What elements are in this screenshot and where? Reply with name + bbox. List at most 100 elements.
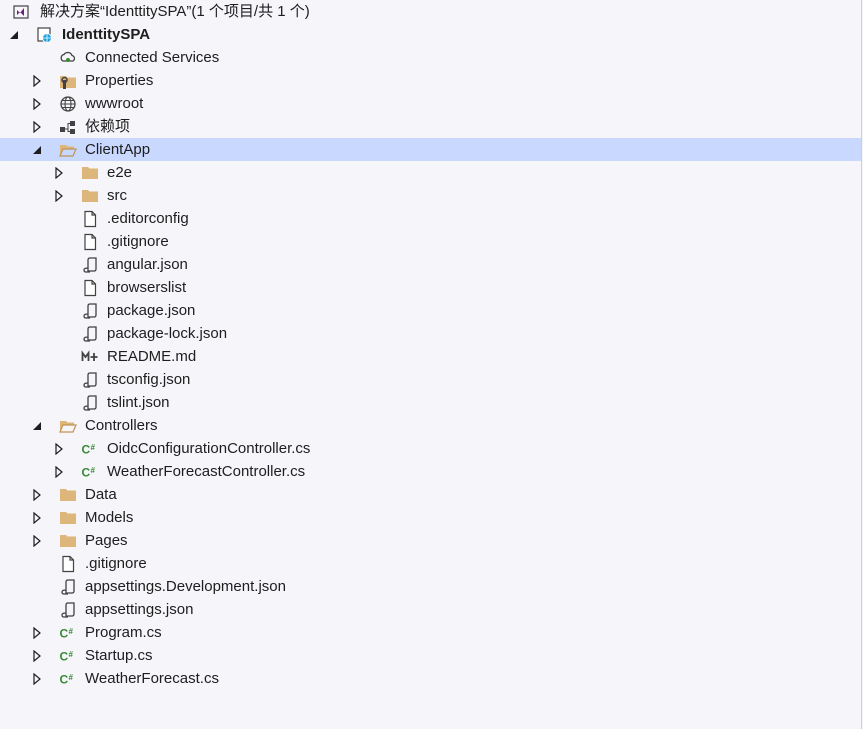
expanded-arrow-icon[interactable] xyxy=(8,29,20,41)
solution-label: 解决方案“IdenttitySPA”(1 个项目/共 1 个) xyxy=(40,3,310,20)
csharp-icon: C # xyxy=(59,624,77,642)
tree-item-pages[interactable]: Pages xyxy=(0,529,861,552)
collapsed-arrow-icon[interactable] xyxy=(53,166,65,179)
tree-item-wwwroot[interactable]: wwwroot xyxy=(0,92,861,115)
json-icon xyxy=(81,325,99,343)
visual-studio-solution-icon xyxy=(12,3,30,21)
tree-item-label: Program.cs xyxy=(85,624,162,641)
svg-text:C: C xyxy=(60,649,69,663)
json-icon xyxy=(81,394,99,412)
tree-item-label: 依赖项 xyxy=(85,118,131,135)
connected-services-icon xyxy=(59,49,77,67)
tree-item-label: Connected Services xyxy=(85,49,220,66)
folder-icon xyxy=(59,532,77,550)
tree-item-controllers[interactable]: Controllers xyxy=(0,414,861,437)
tree-item-data[interactable]: Data xyxy=(0,483,861,506)
tree-item-models[interactable]: Models xyxy=(0,506,861,529)
tree-item-angular-json[interactable]: angular.json xyxy=(0,253,861,276)
collapsed-arrow-icon[interactable] xyxy=(53,442,65,455)
tree-item-label: angular.json xyxy=(107,256,188,273)
csharp-icon: C # xyxy=(81,440,99,458)
web-project-icon xyxy=(36,26,54,44)
expanded-arrow-icon[interactable] xyxy=(31,144,43,156)
tree-item-dependencies[interactable]: 依赖项 xyxy=(0,115,861,138)
globe-icon xyxy=(59,95,77,113)
folder-icon xyxy=(81,187,99,205)
tree-item-label: Startup.cs xyxy=(85,647,153,664)
collapsed-arrow-icon[interactable] xyxy=(31,626,43,639)
tree-item-label: OidcConfigurationController.cs xyxy=(107,440,311,457)
tree-item-weatherforecast[interactable]: C # WeatherForecast.cs xyxy=(0,667,861,690)
project-node[interactable]: IdenttitySPA xyxy=(0,23,861,46)
markdown-icon xyxy=(81,348,99,366)
tree-item-label: .gitignore xyxy=(85,555,147,572)
tree-item-connected-services[interactable]: Connected Services xyxy=(0,46,861,69)
collapsed-arrow-icon[interactable] xyxy=(31,488,43,501)
file-icon xyxy=(81,233,99,251)
tree-item-root-gitignore[interactable]: .gitignore xyxy=(0,552,861,575)
tree-item-appsettings-development[interactable]: appsettings.Development.json xyxy=(0,575,861,598)
folder-open-icon xyxy=(59,417,77,435)
collapsed-arrow-icon[interactable] xyxy=(31,534,43,547)
collapsed-arrow-icon[interactable] xyxy=(53,465,65,478)
svg-text:C: C xyxy=(60,626,69,640)
collapsed-arrow-icon[interactable] xyxy=(31,74,43,87)
file-icon xyxy=(81,279,99,297)
tree-item-readme[interactable]: README.md xyxy=(0,345,861,368)
tree-item-properties[interactable]: Properties xyxy=(0,69,861,92)
tree-item-package-lock-json[interactable]: package-lock.json xyxy=(0,322,861,345)
collapsed-arrow-icon[interactable] xyxy=(31,97,43,110)
csharp-icon: C # xyxy=(81,463,99,481)
svg-text:#: # xyxy=(69,627,74,636)
tree-item-label: README.md xyxy=(107,348,197,365)
tree-item-editorconfig[interactable]: .editorconfig xyxy=(0,207,861,230)
tree-item-weather-controller[interactable]: C # WeatherForecastController.cs xyxy=(0,460,861,483)
tree-item-label: tsconfig.json xyxy=(107,371,191,388)
collapsed-arrow-icon[interactable] xyxy=(31,672,43,685)
tree-item-browserslist[interactable]: browserslist xyxy=(0,276,861,299)
tree-item-e2e[interactable]: e2e xyxy=(0,161,861,184)
tree-item-appsettings[interactable]: appsettings.json xyxy=(0,598,861,621)
tree-item-label: wwwroot xyxy=(85,95,144,112)
tree-item-label: Models xyxy=(85,509,134,526)
tree-item-label: tslint.json xyxy=(107,394,170,411)
tree-item-gitignore[interactable]: .gitignore xyxy=(0,230,861,253)
properties-icon xyxy=(59,72,77,90)
tree-item-label: package.json xyxy=(107,302,196,319)
collapsed-arrow-icon[interactable] xyxy=(53,189,65,202)
tree-item-oidc-controller[interactable]: C # OidcConfigurationController.cs xyxy=(0,437,861,460)
folder-open-icon xyxy=(59,141,77,159)
json-icon xyxy=(81,256,99,274)
tree-item-program[interactable]: C # Program.cs xyxy=(0,621,861,644)
collapsed-arrow-icon[interactable] xyxy=(31,649,43,662)
solution-node[interactable]: 解决方案“IdenttitySPA”(1 个项目/共 1 个) xyxy=(0,0,861,23)
tree-item-label: Data xyxy=(85,486,117,503)
svg-text:C: C xyxy=(82,465,91,479)
collapsed-arrow-icon[interactable] xyxy=(31,511,43,524)
tree-item-label: Pages xyxy=(85,532,128,549)
tree-item-label: browserslist xyxy=(107,279,187,296)
tree-item-label: WeatherForecast.cs xyxy=(85,670,219,687)
tree-item-label: ClientApp xyxy=(85,141,151,158)
tree-item-clientapp[interactable]: ClientApp xyxy=(0,138,861,161)
tree-item-label: package-lock.json xyxy=(107,325,228,342)
dependencies-icon xyxy=(59,118,77,136)
json-icon xyxy=(59,578,77,596)
tree-item-startup[interactable]: C # Startup.cs xyxy=(0,644,861,667)
json-icon xyxy=(81,302,99,320)
svg-text:#: # xyxy=(69,650,74,659)
json-icon xyxy=(81,371,99,389)
tree-item-tslint-json[interactable]: tslint.json xyxy=(0,391,861,414)
collapsed-arrow-icon[interactable] xyxy=(31,120,43,133)
tree-item-src[interactable]: src xyxy=(0,184,861,207)
folder-icon xyxy=(81,164,99,182)
tree-item-label: appsettings.Development.json xyxy=(85,578,286,595)
svg-text:C: C xyxy=(60,672,69,686)
file-icon xyxy=(81,210,99,228)
expanded-arrow-icon[interactable] xyxy=(31,420,43,432)
tree-item-label: .editorconfig xyxy=(107,210,189,227)
tree-item-package-json[interactable]: package.json xyxy=(0,299,861,322)
tree-item-label: e2e xyxy=(107,164,133,181)
tree-item-tsconfig-json[interactable]: tsconfig.json xyxy=(0,368,861,391)
tree-item-label: .gitignore xyxy=(107,233,169,250)
